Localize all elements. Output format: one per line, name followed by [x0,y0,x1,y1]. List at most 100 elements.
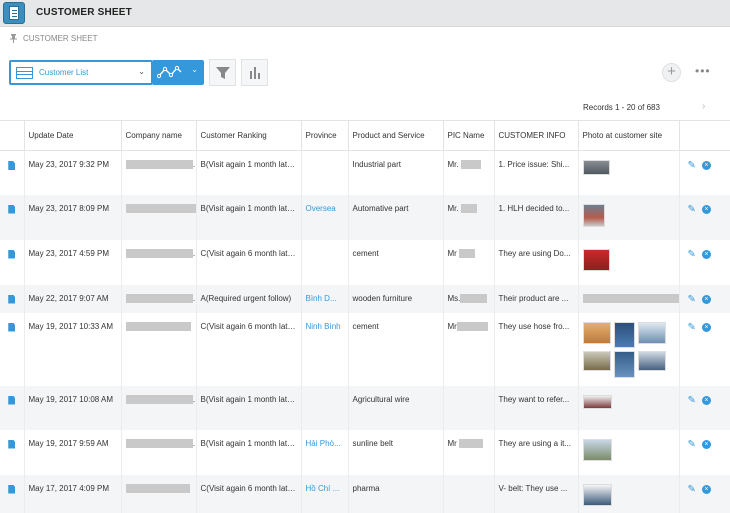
cell-update-date: May 17, 2017 4:09 PM [24,474,122,513]
header-customer-ranking[interactable]: Customer Ranking [196,120,302,151]
customer-photo[interactable] [582,394,612,409]
customer-photo[interactable] [637,350,666,371]
table-row[interactable]: May 19, 2017 10:08 AM B(Visit again 1 mo… [0,385,730,430]
redacted-text [125,438,193,448]
edit-icon[interactable]: ✎ [688,294,696,305]
cell-update-date: May 19, 2017 9:59 AM [24,429,122,475]
chevron-down-icon: ⌄ [138,67,145,76]
cell-province[interactable]: Oversea [301,194,349,240]
cell-product: cement [348,239,444,285]
edit-icon[interactable]: ✎ [688,484,696,495]
customer-photo[interactable] [613,321,635,348]
customer-table: Update Date Company name Customer Rankin… [0,120,730,513]
edit-icon[interactable]: ✎ [688,395,696,406]
cell-customer-info: V- belt: They use ... [494,474,579,513]
header-pic-name[interactable]: PIC Name [443,120,495,151]
header-province[interactable]: Province [301,120,349,151]
delete-icon[interactable]: × [701,322,711,332]
cell-customer-info: They use hose fro... [494,312,579,386]
breadcrumb: CUSTOMER SHEET [10,34,98,43]
cell-product: pharma [348,474,444,513]
cell-update-date: May 19, 2017 10:33 AM [24,312,122,386]
header-customer-info[interactable]: CUSTOMER INFO [494,120,579,151]
table-row[interactable]: May 23, 2017 8:09 PM B(Visit again 1 mon… [0,194,730,240]
delete-icon[interactable]: × [701,161,711,170]
record-detail-icon[interactable] [8,294,16,304]
table-row[interactable]: May 19, 2017 9:59 AM B(Visit again 1 mon… [0,429,730,475]
customer-photo[interactable] [582,203,605,227]
breadcrumb-label[interactable]: CUSTOMER SHEET [23,34,98,43]
table-row[interactable]: May 17, 2017 4:09 PM C(Visit again 6 mon… [0,474,730,513]
customer-photo[interactable] [637,321,666,344]
delete-icon[interactable]: × [701,395,711,405]
edit-icon[interactable]: ✎ [688,439,696,450]
redacted-text [125,483,190,493]
view-selector[interactable]: Customer List ⌄ [9,60,153,85]
delete-icon[interactable]: × [701,249,711,259]
delete-icon[interactable]: × [701,294,711,304]
redacted-text [125,321,191,331]
cell-province[interactable]: Ninh Bình [301,312,349,386]
graph-view-button[interactable]: ⌄ [153,60,204,85]
delete-icon[interactable]: × [701,484,711,494]
edit-icon[interactable]: ✎ [688,204,696,215]
cell-pic-name: Mr [443,312,495,386]
cell-province [301,385,349,430]
spreadsheet-icon[interactable] [3,2,25,24]
cell-province[interactable]: Bình D... [301,284,349,313]
cell-province [301,239,349,285]
cell-photo [578,474,680,513]
edit-icon[interactable]: ✎ [688,322,696,333]
table-row[interactable]: May 19, 2017 10:33 AM C(Visit again 6 mo… [0,312,730,386]
customer-photo[interactable] [582,248,610,271]
record-detail-icon[interactable] [8,204,16,214]
customer-photo[interactable] [582,483,612,506]
cell-customer-info: They are using a it... [494,429,579,475]
cell-province[interactable]: Hải Phò... [301,429,349,475]
redacted-text [460,160,481,170]
redacted-text [125,160,193,170]
add-record-button[interactable]: + [662,63,681,82]
table-row[interactable]: May 22, 2017 9:07 AM A(Required urgent f… [0,284,730,313]
cell-company-name [121,385,197,430]
delete-icon[interactable]: × [701,439,711,449]
customer-photo[interactable] [582,350,611,371]
chart-button[interactable] [241,59,268,86]
delete-icon[interactable]: × [701,204,711,214]
graph-icon [157,65,182,79]
customer-photo[interactable] [582,321,611,344]
cell-province[interactable]: Hồ Chí ... [301,474,349,513]
header-product-and-service[interactable]: Product and Service [348,120,444,151]
cell-customer-info: Their product are ... [494,284,579,313]
record-detail-icon[interactable] [8,249,16,259]
cell-actions: ✎ × [679,312,730,386]
edit-icon[interactable]: ✎ [688,249,696,260]
table-row[interactable]: May 23, 2017 9:32 PM B(Visit again 1 mon… [0,150,730,195]
next-page-button[interactable]: › [702,101,705,112]
record-detail-icon[interactable] [8,439,16,449]
customer-photo[interactable] [582,438,612,461]
cell-customer-info: They are using Do... [494,239,579,285]
cell-actions: ✎ × [679,284,730,313]
cell-ranking: C(Visit again 6 month later) [196,239,302,285]
record-detail-icon[interactable] [8,322,16,332]
header-photo[interactable]: Photo at customer site [578,120,680,151]
table-row[interactable]: May 23, 2017 4:59 PM C(Visit again 6 mon… [0,239,730,285]
cell-update-date: May 23, 2017 4:59 PM [24,239,122,285]
redacted-text [582,293,678,303]
more-options-button[interactable]: ••• [695,64,713,80]
customer-photo[interactable] [582,160,610,175]
record-detail-icon[interactable] [8,395,16,405]
record-detail-icon[interactable] [8,161,16,170]
cell-province [301,150,349,195]
record-detail-icon[interactable] [8,484,16,494]
header-update-date[interactable]: Update Date [24,120,122,151]
filter-button[interactable] [209,59,236,86]
list-view-icon [16,67,33,79]
header-spacer [0,120,25,151]
header-company-name[interactable]: Company name [121,120,197,151]
edit-icon[interactable]: ✎ [688,160,696,171]
records-count: Records 1 - 20 of 683 [583,103,660,112]
customer-photo[interactable] [613,350,635,378]
cell-customer-info: They want to refer... [494,385,579,430]
